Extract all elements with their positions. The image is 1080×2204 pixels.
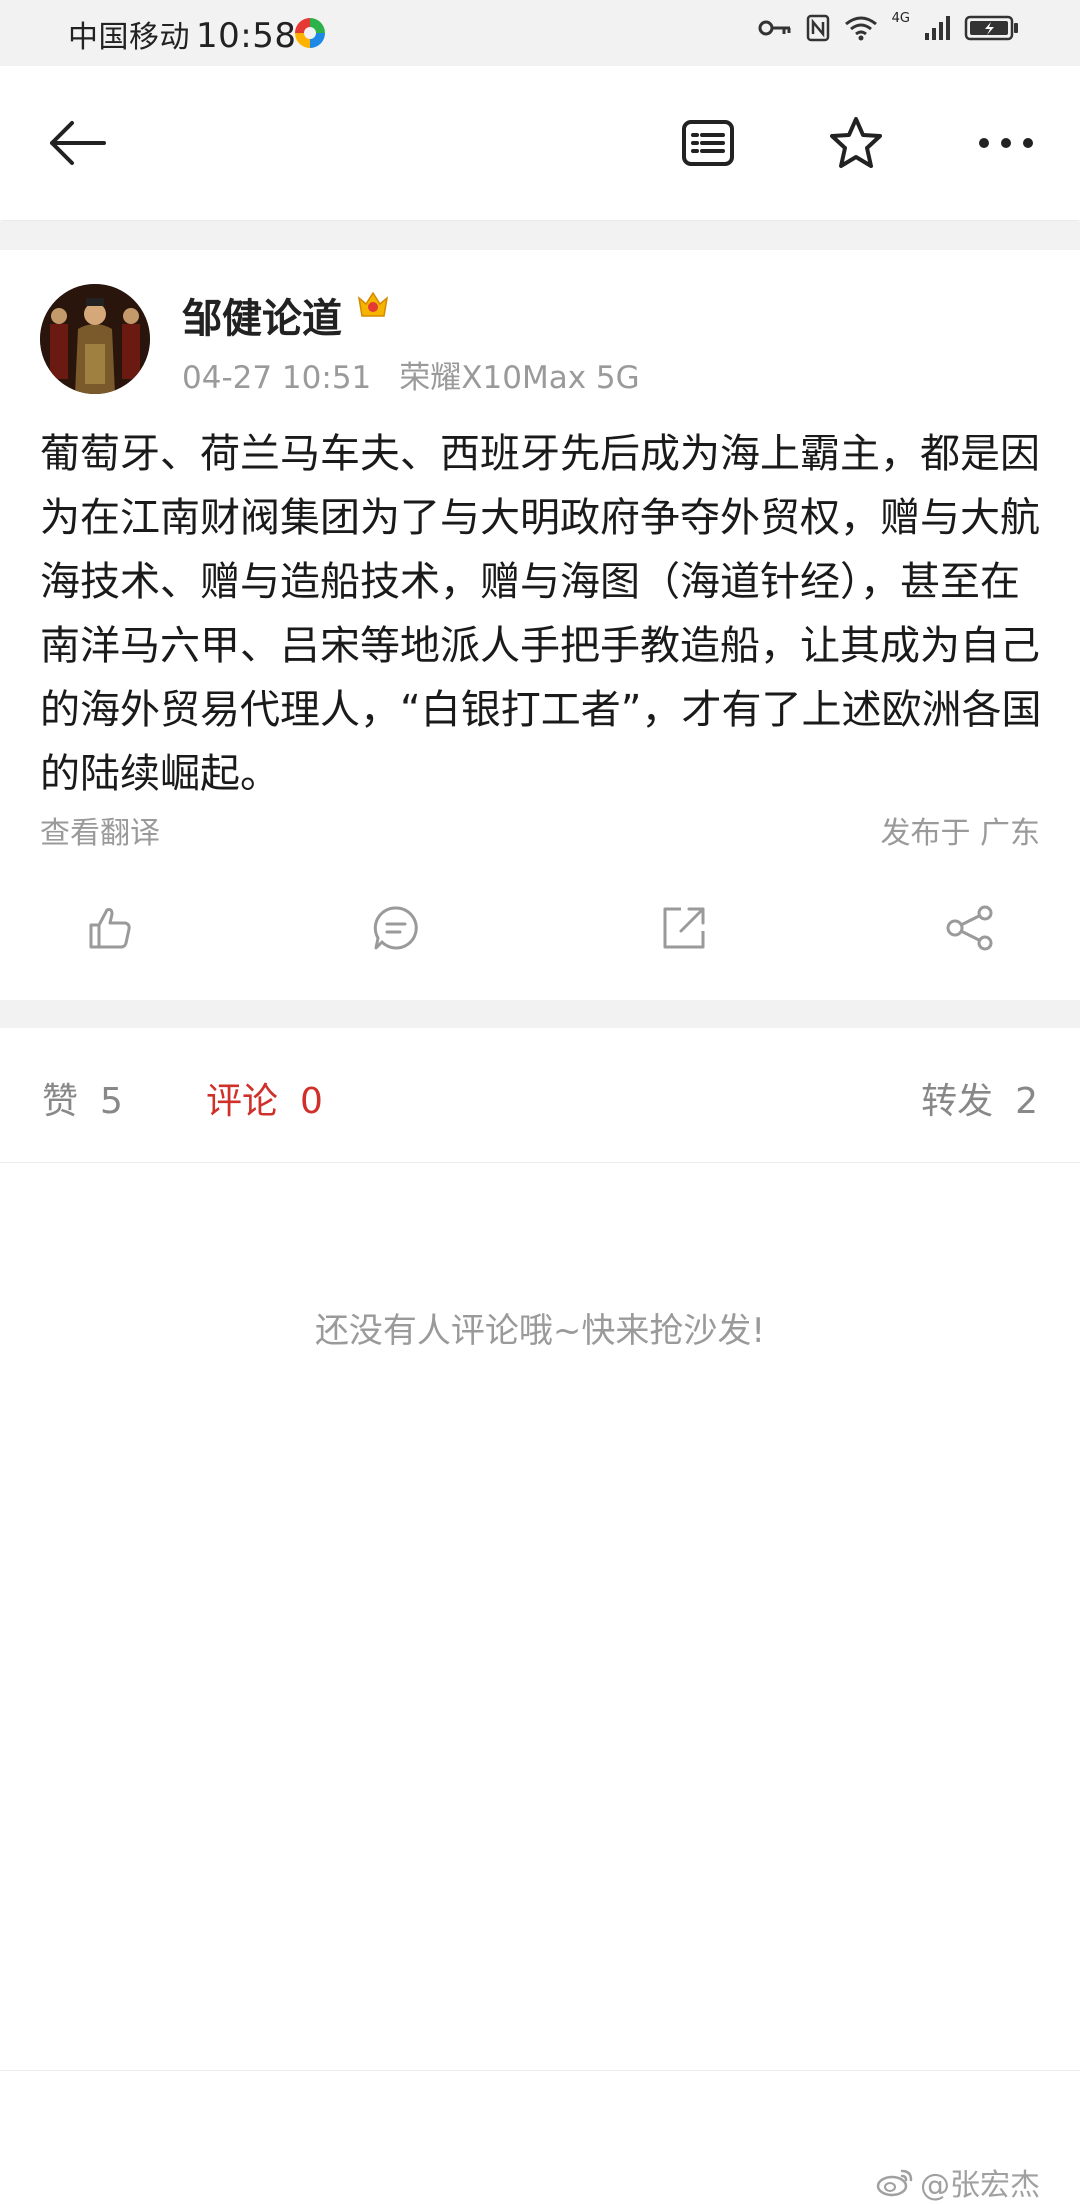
- watermark-text: @张宏杰: [920, 2168, 1040, 2203]
- comment-input-divider: [0, 2070, 1080, 2071]
- post-content: 葡萄牙、荷兰马车夫、西班牙先后成为海上霸主，都是因为在江南财阀集团为了与大明政府…: [40, 431, 1042, 797]
- status-icons: 4G: [758, 10, 1020, 42]
- signal-icon: [925, 16, 950, 40]
- post-card: 邹健论道 04-27 10:51 荣耀X10Max 5G 葡萄牙、荷兰马车夫、西班…: [0, 250, 1080, 1000]
- repost-icon: [663, 907, 705, 949]
- watermark: @张宏杰: [876, 2160, 1040, 2204]
- post-date: 04-27 10:51: [182, 360, 372, 396]
- tab-reposts[interactable]: 转发 2: [921, 1072, 1038, 1124]
- favorite-button[interactable]: [824, 111, 888, 175]
- reposts-count: 2: [1015, 1081, 1038, 1122]
- section-divider: [0, 222, 1080, 250]
- star-icon: [830, 117, 882, 168]
- likes-count: 5: [100, 1081, 123, 1122]
- crown-badge-icon: [357, 291, 389, 317]
- status-time: 10:58: [196, 16, 297, 56]
- key-icon: [758, 20, 791, 36]
- comments-count: 0: [300, 1081, 323, 1122]
- comments-label: 评论: [206, 1081, 279, 1122]
- more-button[interactable]: [974, 111, 1038, 175]
- status-bar: 中国移动 10:58 4G: [0, 0, 1080, 66]
- carrier-name: 中国移动: [68, 20, 190, 55]
- reposts-label: 转发: [921, 1081, 994, 1122]
- section-divider: [0, 1000, 1080, 1028]
- article-view-button[interactable]: [676, 111, 740, 175]
- post-actions: [0, 888, 1080, 968]
- post-device: 荣耀X10Max 5G: [399, 360, 640, 396]
- thumbs-up-icon: [89, 908, 131, 949]
- battery-icon: [964, 15, 1018, 41]
- repost-button[interactable]: [644, 888, 724, 968]
- nfc-icon: [806, 14, 829, 42]
- more-icon: [979, 138, 1033, 148]
- top-navigation-bar: [0, 66, 1080, 220]
- weibo-logo-icon: [876, 2169, 913, 2197]
- post-location: 发布于 广东: [880, 816, 1040, 851]
- empty-comments-message: 还没有人评论哦~快来抢沙发!: [314, 1311, 766, 1351]
- share-icon: [946, 905, 993, 951]
- post-meta: 04-27 10:51 荣耀X10Max 5G: [182, 352, 640, 397]
- comment-button[interactable]: [356, 888, 436, 968]
- wifi-icon: [844, 16, 877, 41]
- tab-likes[interactable]: 赞5: [42, 1072, 123, 1124]
- network-type: 4G: [891, 10, 910, 26]
- avatar[interactable]: [40, 284, 150, 394]
- article-icon: [682, 120, 734, 166]
- avatar-image: [40, 284, 150, 394]
- app-notification-icon: [295, 18, 325, 48]
- comment-icon: [373, 906, 418, 950]
- author-name[interactable]: 邹健论道: [182, 286, 342, 344]
- translate-link[interactable]: 查看翻译: [40, 808, 160, 852]
- tab-comments[interactable]: 评论 0: [206, 1072, 323, 1124]
- carrier-time: 中国移动 10:58: [68, 12, 296, 56]
- back-button[interactable]: [46, 111, 110, 175]
- back-arrow-icon: [50, 121, 106, 165]
- likes-label: 赞: [42, 1081, 79, 1122]
- like-button[interactable]: [70, 888, 150, 968]
- interaction-stats-bar: 赞5 评论 0 转发 2: [0, 1028, 1080, 1163]
- share-button[interactable]: [930, 888, 1010, 968]
